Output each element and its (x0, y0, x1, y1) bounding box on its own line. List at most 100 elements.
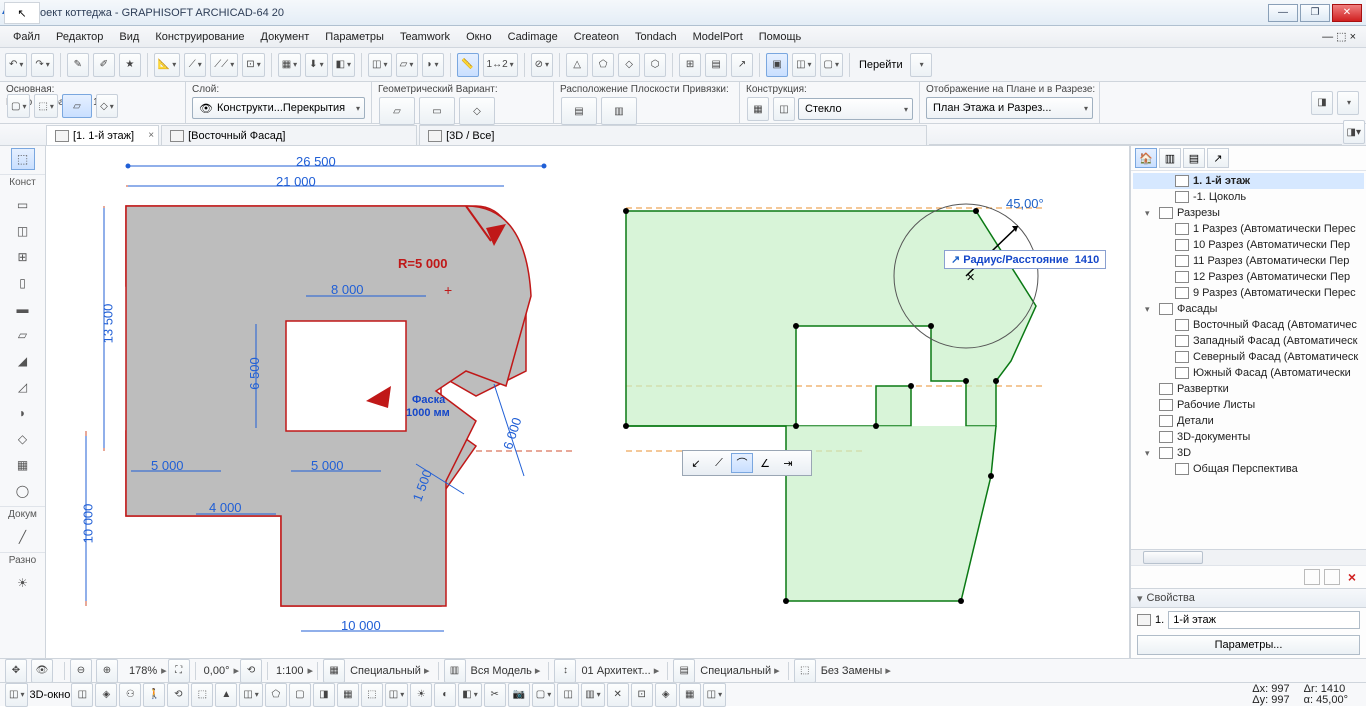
menu-file[interactable]: Файл (6, 29, 47, 45)
curtain-tool[interactable]: ▦ (11, 454, 35, 476)
cube-button[interactable]: ◫ (368, 53, 391, 77)
tree-node[interactable]: 1. 1-й этаж (1133, 173, 1364, 189)
constr-combo[interactable]: Стекло (798, 98, 913, 120)
measure-button[interactable]: 📏 (457, 53, 479, 77)
properties-header[interactable]: ▾Свойства (1131, 588, 1366, 608)
slab-tool-button[interactable]: ▱ (62, 94, 92, 118)
fit-button[interactable]: ⛶ (168, 659, 190, 683)
zoom-value[interactable]: 178% (125, 665, 161, 677)
sb-27[interactable]: ◫ (703, 683, 726, 707)
tab-plan[interactable]: [1. 1-й этаж] × (46, 125, 159, 145)
story-name-input[interactable] (1168, 611, 1360, 629)
display-combo[interactable]: План Этажа и Разрез... (926, 97, 1093, 119)
redo-button[interactable]: ↷ (31, 53, 53, 77)
sb-6[interactable]: ⬚ (191, 683, 213, 707)
geom-rect-button[interactable]: ▭ (419, 97, 455, 125)
menu-help[interactable]: Помощь (752, 29, 809, 45)
win3d-label[interactable]: 3D-окно (29, 689, 70, 701)
element-type-button[interactable]: ▢ (7, 94, 30, 118)
window-tool[interactable]: ⊞ (11, 246, 35, 268)
menu-options[interactable]: Параметры (318, 29, 391, 45)
zoom-in-button[interactable]: ⊕ (96, 659, 118, 683)
opt4-icon[interactable]: ▤ (673, 659, 695, 683)
menu-tondach[interactable]: Tondach (628, 29, 684, 45)
menu-editor[interactable]: Редактор (49, 29, 110, 45)
scale-value[interactable]: 1:100 (272, 665, 308, 677)
settings-button[interactable]: Параметры... (1137, 635, 1360, 655)
nav-view-map-button[interactable]: ▥ (1159, 148, 1181, 168)
grid-button[interactable]: ▦ (278, 53, 301, 77)
goto-dropdown[interactable] (910, 53, 932, 77)
rotation-value[interactable]: 0,00° (200, 665, 234, 677)
tree-node[interactable]: Северный Фасад (Автоматическ (1133, 349, 1364, 365)
sb-7[interactable]: ▲ (215, 683, 237, 707)
nav-layout-button[interactable]: ▤ (1183, 148, 1205, 168)
sb-12[interactable]: ▦ (337, 683, 359, 707)
menu-teamwork[interactable]: Teamwork (393, 29, 457, 45)
sb-4[interactable]: 🚶 (143, 683, 165, 707)
sb-10[interactable]: ▢ (289, 683, 311, 707)
tree-node[interactable]: ▾3D (1133, 445, 1364, 461)
roof-tool[interactable]: ◿ (11, 376, 35, 398)
navigator-tree[interactable]: 1. 1-й этаж-1. Цоколь▾Разрезы1 Разрез (А… (1131, 171, 1366, 549)
menu-createon[interactable]: Createon (567, 29, 626, 45)
tab-close-icon[interactable]: × (148, 130, 154, 141)
sb-21[interactable]: ◫ (557, 683, 579, 707)
sb-18[interactable]: ✂ (484, 683, 506, 707)
favorites-button[interactable]: ★ (119, 53, 141, 77)
sb-22[interactable]: ▥ (581, 683, 604, 707)
pick-button[interactable]: ✎ (67, 53, 89, 77)
explore-button[interactable]: 👁 (31, 659, 53, 683)
sb-8[interactable]: ◫ (239, 683, 262, 707)
tree-node[interactable]: 11 Разрез (Автоматически Пер (1133, 253, 1364, 269)
zoom-out-button[interactable]: ⊖ (70, 659, 92, 683)
morph-tool[interactable]: ◯ (11, 480, 35, 502)
sb-24[interactable]: ⊡ (631, 683, 653, 707)
plane-button[interactable]: ▱ (396, 53, 418, 77)
tree-node[interactable]: 9 Разрез (Автоматически Перес (1133, 285, 1364, 301)
sb-20[interactable]: ▢ (532, 683, 555, 707)
tree-node[interactable]: 1 Разрез (Автоматически Перес (1133, 221, 1364, 237)
suspend-button[interactable]: ⊘ (531, 53, 553, 77)
navigator-hscroll[interactable] (1131, 549, 1366, 565)
opt5-icon[interactable]: ⬚ (794, 659, 816, 683)
sb-23[interactable]: ✕ (607, 683, 629, 707)
undo-button[interactable]: ↶ (5, 53, 27, 77)
tab-elevation[interactable]: [Восточный Фасад] (161, 125, 417, 145)
menu-window[interactable]: Окно (459, 29, 499, 45)
opt1-icon[interactable]: ▦ (323, 659, 345, 683)
opt1-combo[interactable]: Специальный (346, 664, 433, 677)
bisect-button[interactable]: ⟋ (184, 53, 206, 77)
trace-ref-button[interactable]: ◫ (792, 53, 815, 77)
opt3-icon[interactable]: ↕ (554, 659, 576, 683)
tree-node[interactable]: Детали (1133, 413, 1364, 429)
stair-tool[interactable]: ◢ (11, 350, 35, 372)
gravity-button[interactable]: ⬇ (305, 53, 327, 77)
delete-view-button[interactable]: × (1344, 569, 1360, 585)
snap-button[interactable]: ⊡ (242, 53, 264, 77)
tree-node[interactable]: -1. Цоколь (1133, 189, 1364, 205)
sb-5[interactable]: ⟲ (167, 683, 189, 707)
trace-toggle[interactable]: ▣ (766, 53, 788, 77)
tree-node[interactable]: Западный Фасад (Автоматическ (1133, 333, 1364, 349)
shell-tool[interactable]: ◗ (11, 402, 35, 424)
opt2-combo[interactable]: Вся Модель (467, 664, 545, 677)
beam-tool[interactable]: ▬ (11, 298, 35, 320)
inject-button[interactable]: ✐ (93, 53, 115, 77)
menu-document[interactable]: Документ (254, 29, 317, 45)
pet-tangent[interactable]: ∠ (754, 453, 776, 473)
select-mode-button[interactable]: ⬚ (34, 94, 57, 118)
shape2-button[interactable]: ⬠ (592, 53, 614, 77)
slab-settings-button[interactable]: ◇ (96, 94, 118, 118)
tree-node[interactable]: 10 Разрез (Автоматически Пер (1133, 237, 1364, 253)
arc-plane-button[interactable]: ◗ (422, 53, 444, 77)
sb-14[interactable]: ◫ (385, 683, 408, 707)
ruler-button[interactable]: 📐 (154, 53, 180, 77)
nav-menu-button[interactable] (1337, 91, 1359, 115)
skylight-tool[interactable]: ◇ (11, 428, 35, 450)
marquee-tool[interactable]: ⬚ (11, 148, 35, 170)
pet-insert-node[interactable]: ⟋ (708, 453, 730, 473)
tree-node[interactable]: Рабочие Листы (1133, 397, 1364, 413)
pet-offset-edge[interactable]: ⇥ (777, 453, 799, 473)
arrow-tool[interactable]: ↖ (4, 2, 40, 24)
